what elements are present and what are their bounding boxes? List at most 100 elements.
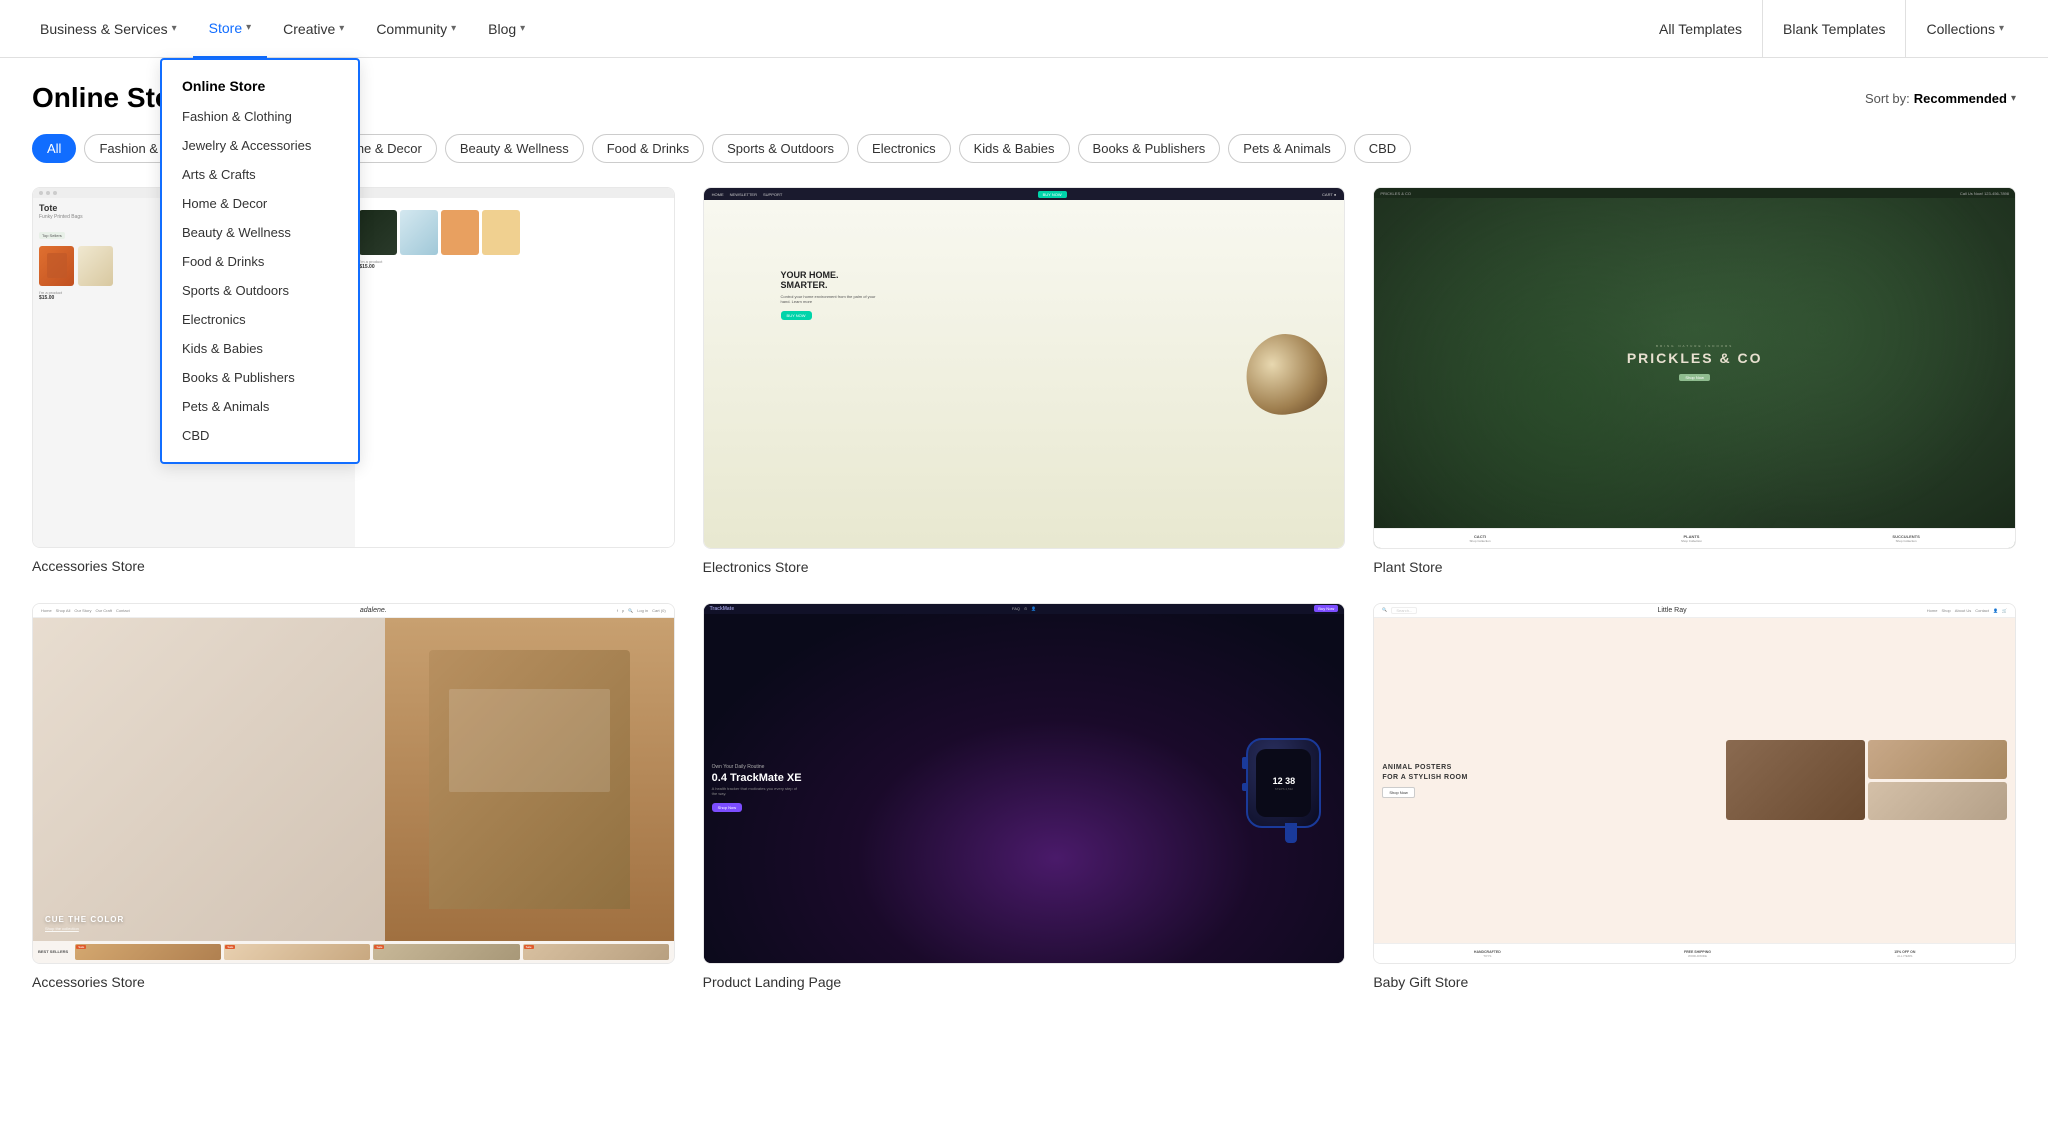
template-card-4[interactable]: Home Shop All Our Story Our Craft Contac… bbox=[32, 603, 675, 991]
product-grid-right bbox=[359, 210, 669, 255]
bestseller-thumb: Sale bbox=[224, 944, 370, 960]
product-image bbox=[1236, 329, 1336, 419]
hero-text-area: CUE THE COLOR Shop the collection bbox=[33, 618, 385, 941]
top-sellers-badge: Top Sellers bbox=[39, 232, 65, 239]
product-img-main bbox=[1726, 740, 1865, 820]
feature-shipping: FREE SHIPPING WORLDWIDE bbox=[1684, 950, 1711, 958]
dropdown-item-arts[interactable]: Arts & Crafts bbox=[162, 160, 358, 189]
blank-templates-button[interactable]: Blank Templates bbox=[1762, 0, 1905, 58]
hero-text: YOUR HOME.SMARTER. Control your home env… bbox=[781, 270, 881, 321]
dropdown-item-cbd[interactable]: CBD bbox=[162, 421, 358, 450]
feature-sublabel: TOYS bbox=[1474, 954, 1501, 958]
template-card-6[interactable]: 🔍 Search... Little Ray Home Shop About U… bbox=[1373, 603, 2016, 991]
nav-link: Shop bbox=[1941, 608, 1950, 613]
cart-link: CART ● bbox=[1322, 192, 1336, 197]
nav-links: PRICKLES & CO bbox=[1380, 191, 1411, 196]
nav-link: ⊙ bbox=[1024, 606, 1027, 611]
bestsellers-bar: BEST SELLERS Sale Sale Sale Sale bbox=[33, 941, 674, 963]
hero-text: Own Your Daily Routine 0.4 TrackMate XE … bbox=[712, 764, 1247, 812]
dropdown-item-electronics[interactable]: Electronics bbox=[162, 305, 358, 334]
nav-link: Our Story bbox=[74, 608, 91, 613]
logo: adalene. bbox=[360, 607, 387, 614]
nav-right: Home Shop About Us Contact 👤 🛒 bbox=[1927, 608, 2007, 613]
product-thumb bbox=[39, 246, 74, 286]
preview-topbar: PRICKLES & CO Call Us Now! 123-456-7898 bbox=[1374, 188, 2015, 198]
hero-cta: Shop the collection bbox=[45, 926, 79, 931]
category-label: SUCCULENTS bbox=[1892, 534, 1919, 539]
template-card-3[interactable]: PRICKLES & CO Call Us Now! 123-456-7898 … bbox=[1373, 187, 2016, 575]
category-label: PLANTS bbox=[1681, 534, 1702, 539]
filter-tab-cbd[interactable]: CBD bbox=[1354, 134, 1411, 163]
filter-tab-sports[interactable]: Sports & Outdoors bbox=[712, 134, 849, 163]
smart-speaker bbox=[1240, 327, 1333, 420]
dropdown-item-books[interactable]: Books & Publishers bbox=[162, 363, 358, 392]
baby-store-preview: 🔍 Search... Little Ray Home Shop About U… bbox=[1374, 604, 2015, 964]
dropdown-item-sports[interactable]: Sports & Outdoors bbox=[162, 276, 358, 305]
hero-section: BRING NATURE INDOORS PRICKLES & CO Shop … bbox=[1374, 198, 2015, 528]
nav-link: Contact bbox=[1975, 608, 1989, 613]
dropdown-item-beauty[interactable]: Beauty & Wellness bbox=[162, 218, 358, 247]
dropdown-item-fashion[interactable]: Fashion & Clothing bbox=[162, 102, 358, 131]
product-img-2 bbox=[1868, 782, 2007, 821]
template-card-2[interactable]: HOME NEWSLETTER SUPPORT BUY NOW CART ● Y… bbox=[703, 187, 1346, 575]
product-img-1 bbox=[1868, 740, 2007, 779]
search-icon: 🔍 bbox=[1382, 607, 1387, 614]
nav-blog[interactable]: Blog ▾ bbox=[472, 0, 541, 58]
nav-label: Business & Services bbox=[40, 21, 168, 37]
bestseller-thumb: Sale bbox=[373, 944, 519, 960]
blank-templates-label: Blank Templates bbox=[1783, 21, 1885, 37]
store-title: PRICKLES & CO bbox=[1627, 350, 1763, 366]
cart-icon: Cart (0) bbox=[652, 608, 666, 613]
chevron-down-icon: ▾ bbox=[2011, 93, 2016, 104]
nav-link: Our Craft bbox=[95, 608, 111, 613]
features-bar: HANDCRAFTED TOYS FREE SHIPPING WORLDWIDE… bbox=[1374, 943, 2015, 963]
collections-button[interactable]: Collections ▾ bbox=[1905, 0, 2024, 58]
all-templates-button[interactable]: All Templates bbox=[1639, 0, 1762, 58]
filter-tab-pets[interactable]: Pets & Animals bbox=[1228, 134, 1345, 163]
nav-community[interactable]: Community ▾ bbox=[360, 0, 472, 58]
filter-tab-all[interactable]: All bbox=[32, 134, 76, 163]
bestseller-thumb: Sale bbox=[523, 944, 669, 960]
shop-now-cta: Shop Now bbox=[712, 803, 742, 812]
dropdown-item-home[interactable]: Home & Decor bbox=[162, 189, 358, 218]
shop-now-button: Shop Now bbox=[1679, 374, 1709, 381]
category-link: Shop Collection bbox=[1892, 539, 1919, 543]
category-link: Shop Collection bbox=[1681, 539, 1702, 543]
filter-tab-electronics[interactable]: Electronics bbox=[857, 134, 951, 163]
search-area: 🔍 Search... bbox=[1382, 607, 1417, 614]
product-subtitle: A health tracker that motivates you ever… bbox=[712, 786, 802, 796]
nav-right: Call Us Now! 123-456-7898 bbox=[1960, 191, 2009, 196]
dropdown-item-kids[interactable]: Kids & Babies bbox=[162, 334, 358, 363]
store-dropdown-menu: Online Store Fashion & Clothing Jewelry … bbox=[160, 58, 360, 464]
sort-by-control[interactable]: Sort by: Recommended ▾ bbox=[1865, 91, 2016, 106]
nav-links: HOME NEWSLETTER SUPPORT bbox=[712, 192, 783, 197]
dropdown-item-food[interactable]: Food & Drinks bbox=[162, 247, 358, 276]
window-dot bbox=[53, 191, 57, 195]
dropdown-item-jewelry[interactable]: Jewelry & Accessories bbox=[162, 131, 358, 160]
hero-section: CUE THE COLOR Shop the collection bbox=[33, 618, 674, 941]
hero-subtitle: Control your home environment from the p… bbox=[781, 294, 881, 304]
template-preview-3: PRICKLES & CO Call Us Now! 123-456-7898 … bbox=[1373, 187, 2016, 549]
nav-link: SUPPORT bbox=[763, 192, 782, 197]
plant-preview: PRICKLES & CO Call Us Now! 123-456-7898 … bbox=[1374, 188, 2015, 548]
filter-tab-beauty[interactable]: Beauty & Wellness bbox=[445, 134, 584, 163]
nav-business-services[interactable]: Business & Services ▾ bbox=[24, 0, 193, 58]
dropdown-item-pets[interactable]: Pets & Animals bbox=[162, 392, 358, 421]
template-card-5[interactable]: TrackMate FAQ ⊙ 👤 Buy Now Own Your Daily… bbox=[703, 603, 1346, 991]
topbar: Home Shop All Our Story Our Craft Contac… bbox=[33, 604, 674, 618]
nav-creative[interactable]: Creative ▾ bbox=[267, 0, 360, 58]
watch-steps: STEPS 4,532 bbox=[1275, 787, 1293, 791]
chevron-down-icon: ▾ bbox=[1999, 23, 2004, 34]
electronics-preview: HOME NEWSLETTER SUPPORT BUY NOW CART ● Y… bbox=[704, 188, 1345, 548]
login-icon: Log in bbox=[637, 608, 648, 613]
nav-store[interactable]: Store ▾ bbox=[193, 0, 268, 58]
filter-tab-books[interactable]: Books & Publishers bbox=[1078, 134, 1221, 163]
filter-tab-food[interactable]: Food & Drinks bbox=[592, 134, 704, 163]
product-image bbox=[47, 253, 67, 278]
product-images bbox=[1726, 740, 2007, 820]
product-landing-preview: TrackMate FAQ ⊙ 👤 Buy Now Own Your Daily… bbox=[704, 604, 1345, 964]
store-dropdown: Online Store Fashion & Clothing Jewelry … bbox=[160, 58, 360, 464]
hero-title: YOUR HOME.SMARTER. bbox=[781, 270, 881, 292]
filter-tab-kids[interactable]: Kids & Babies bbox=[959, 134, 1070, 163]
template-name-3: Plant Store bbox=[1373, 559, 2016, 575]
